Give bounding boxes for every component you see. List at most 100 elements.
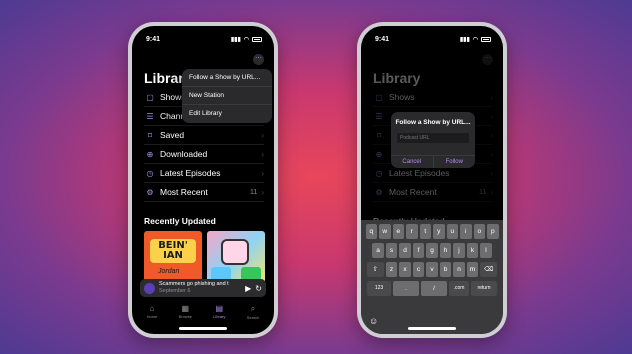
library-row-latest[interactable]: ◷ Latest Episodes › [144, 164, 264, 183]
tab-search[interactable]: ⌕ Search [247, 304, 260, 320]
key[interactable]: r [406, 224, 418, 239]
download-icon: ⊕ [375, 149, 383, 159]
key[interactable]: n [453, 262, 465, 277]
follow-url-dialog: Follow a Show by URL... Cancel Follow [391, 112, 475, 168]
key[interactable]: j [453, 243, 465, 258]
podcast-tile[interactable]: BEIN' IAN Jordan [144, 231, 202, 285]
key[interactable]: p [487, 224, 499, 239]
library-row-most-recent[interactable]: ⚙ Most Recent 11 › [144, 183, 264, 202]
dialog-title: Follow a Show by URL... [395, 119, 471, 126]
tab-label: Library [213, 314, 226, 319]
mini-player-title: Scammers go phishing and t [159, 281, 229, 287]
key[interactable]: e [392, 224, 404, 239]
key[interactable]: h [439, 243, 452, 258]
tab-label: Search [246, 315, 260, 320]
shift-key-icon[interactable]: ⇧ [366, 262, 384, 277]
key[interactable]: k [466, 243, 479, 258]
key[interactable]: w [379, 224, 391, 239]
mini-player-artwork [144, 282, 155, 294]
chevron-right-icon: › [490, 149, 493, 159]
period-key[interactable]: . [393, 281, 419, 296]
section-title: Recently Updated [144, 216, 216, 226]
download-icon: ⊕ [146, 149, 154, 159]
mini-player-date: September 6 [159, 288, 191, 294]
tab-home[interactable]: ⌂ Home [147, 304, 158, 320]
row-label: Downloaded [160, 149, 208, 159]
phone-left: 9:41 ▮▮▮ ◠ ⋯ Library ▢ Shows › ☰ Channel… [128, 22, 278, 338]
clock-icon: ◷ [375, 168, 383, 178]
chevron-right-icon: › [261, 168, 264, 178]
chevron-right-icon: › [261, 149, 264, 159]
library-row-saved[interactable]: ⌑ Saved › [144, 126, 264, 145]
key[interactable]: b [439, 262, 452, 277]
menu-item-new-station[interactable]: New Station [182, 87, 272, 105]
library-row-shows: ▢ Shows › [373, 88, 493, 107]
key[interactable]: l [480, 243, 492, 258]
battery-icon [252, 37, 262, 42]
slash-key[interactable]: / [421, 281, 447, 296]
wifi-icon: ◠ [472, 37, 478, 43]
notch [400, 26, 464, 38]
tab-label: Home [146, 314, 158, 319]
library-row-most-recent: ⚙ Most Recent 11 › [373, 183, 493, 202]
row-label: Latest Episodes [389, 168, 450, 178]
keyboard: q w e r t y u i o p a s d f g h j k l ⇧ … [361, 220, 503, 334]
numbers-key[interactable]: 123 [367, 281, 391, 296]
clock-icon: ◷ [146, 168, 154, 178]
key[interactable]: a [372, 243, 384, 258]
key[interactable]: x [399, 262, 411, 277]
delete-key-icon[interactable]: ⌫ [480, 262, 498, 277]
key[interactable]: i [460, 224, 472, 239]
keyboard-row-4: 123 . / .com return [363, 281, 501, 296]
home-indicator[interactable] [179, 327, 227, 330]
status-time: 9:41 [375, 36, 390, 43]
tile-line2: IAN [163, 250, 183, 261]
phone-right: 9:41 ▮▮▮ ◠ ⋯ Library ▢ Shows › ☰ › ⌑ › ⊕… [357, 22, 507, 338]
menu-item-edit-library[interactable]: Edit Library [182, 105, 272, 123]
dotcom-key[interactable]: .com [449, 281, 469, 296]
play-icon[interactable]: ▶ [245, 284, 251, 293]
tab-label: Browse [178, 314, 192, 319]
screen-right: 9:41 ▮▮▮ ◠ ⋯ Library ▢ Shows › ☰ › ⌑ › ⊕… [361, 26, 503, 334]
gear-icon: ⚙ [375, 187, 383, 197]
key[interactable]: c [412, 262, 425, 277]
tab-bar: ⌂ Home ▦ Browse ▤ Library ⌕ Search [136, 304, 270, 320]
key[interactable]: g [426, 243, 438, 258]
row-label: Shows [389, 92, 415, 102]
skip-forward-icon[interactable]: ↻ [255, 284, 262, 293]
follow-button[interactable]: Follow [434, 156, 476, 168]
key[interactable]: s [385, 243, 398, 258]
key[interactable]: m [466, 262, 479, 277]
battery-icon [481, 37, 491, 42]
row-count: 11 [250, 188, 258, 196]
key[interactable]: y [433, 224, 445, 239]
key[interactable]: z [385, 262, 398, 277]
row-label: Saved [160, 130, 185, 140]
status-time: 9:41 [146, 36, 161, 43]
tab-library[interactable]: ▤ Library [213, 304, 225, 320]
status-icons: ▮▮▮ ◠ [231, 36, 262, 43]
mini-player[interactable]: Scammers go phishing and t September 6 ▶… [140, 279, 266, 297]
menu-item-follow-url[interactable]: Follow a Show by URL... [182, 69, 272, 87]
cancel-button[interactable]: Cancel [391, 156, 434, 168]
ellipsis-circle-icon[interactable]: ⋯ [253, 54, 264, 65]
key[interactable]: u [446, 224, 458, 239]
shows-icon: ▢ [375, 92, 383, 102]
key[interactable]: f [412, 243, 425, 258]
context-menu: Follow a Show by URL... New Station Edit… [182, 69, 272, 123]
return-key[interactable]: return [471, 281, 497, 296]
emoji-icon[interactable]: ☺ [369, 316, 378, 326]
chevron-right-icon: › [490, 187, 493, 197]
podcast-tile[interactable] [207, 231, 265, 285]
key[interactable]: q [365, 224, 377, 239]
key[interactable]: v [426, 262, 438, 277]
tab-browse[interactable]: ▦ Browse [179, 304, 192, 320]
key[interactable]: o [473, 224, 485, 239]
key[interactable]: t [419, 224, 431, 239]
ellipsis-circle-icon: ⋯ [482, 54, 493, 65]
home-indicator[interactable] [408, 327, 456, 330]
podcast-url-input[interactable] [397, 133, 469, 143]
library-row-downloaded[interactable]: ⊕ Downloaded › [144, 145, 264, 164]
search-icon: ⌕ [250, 304, 256, 313]
key[interactable]: d [399, 243, 411, 258]
